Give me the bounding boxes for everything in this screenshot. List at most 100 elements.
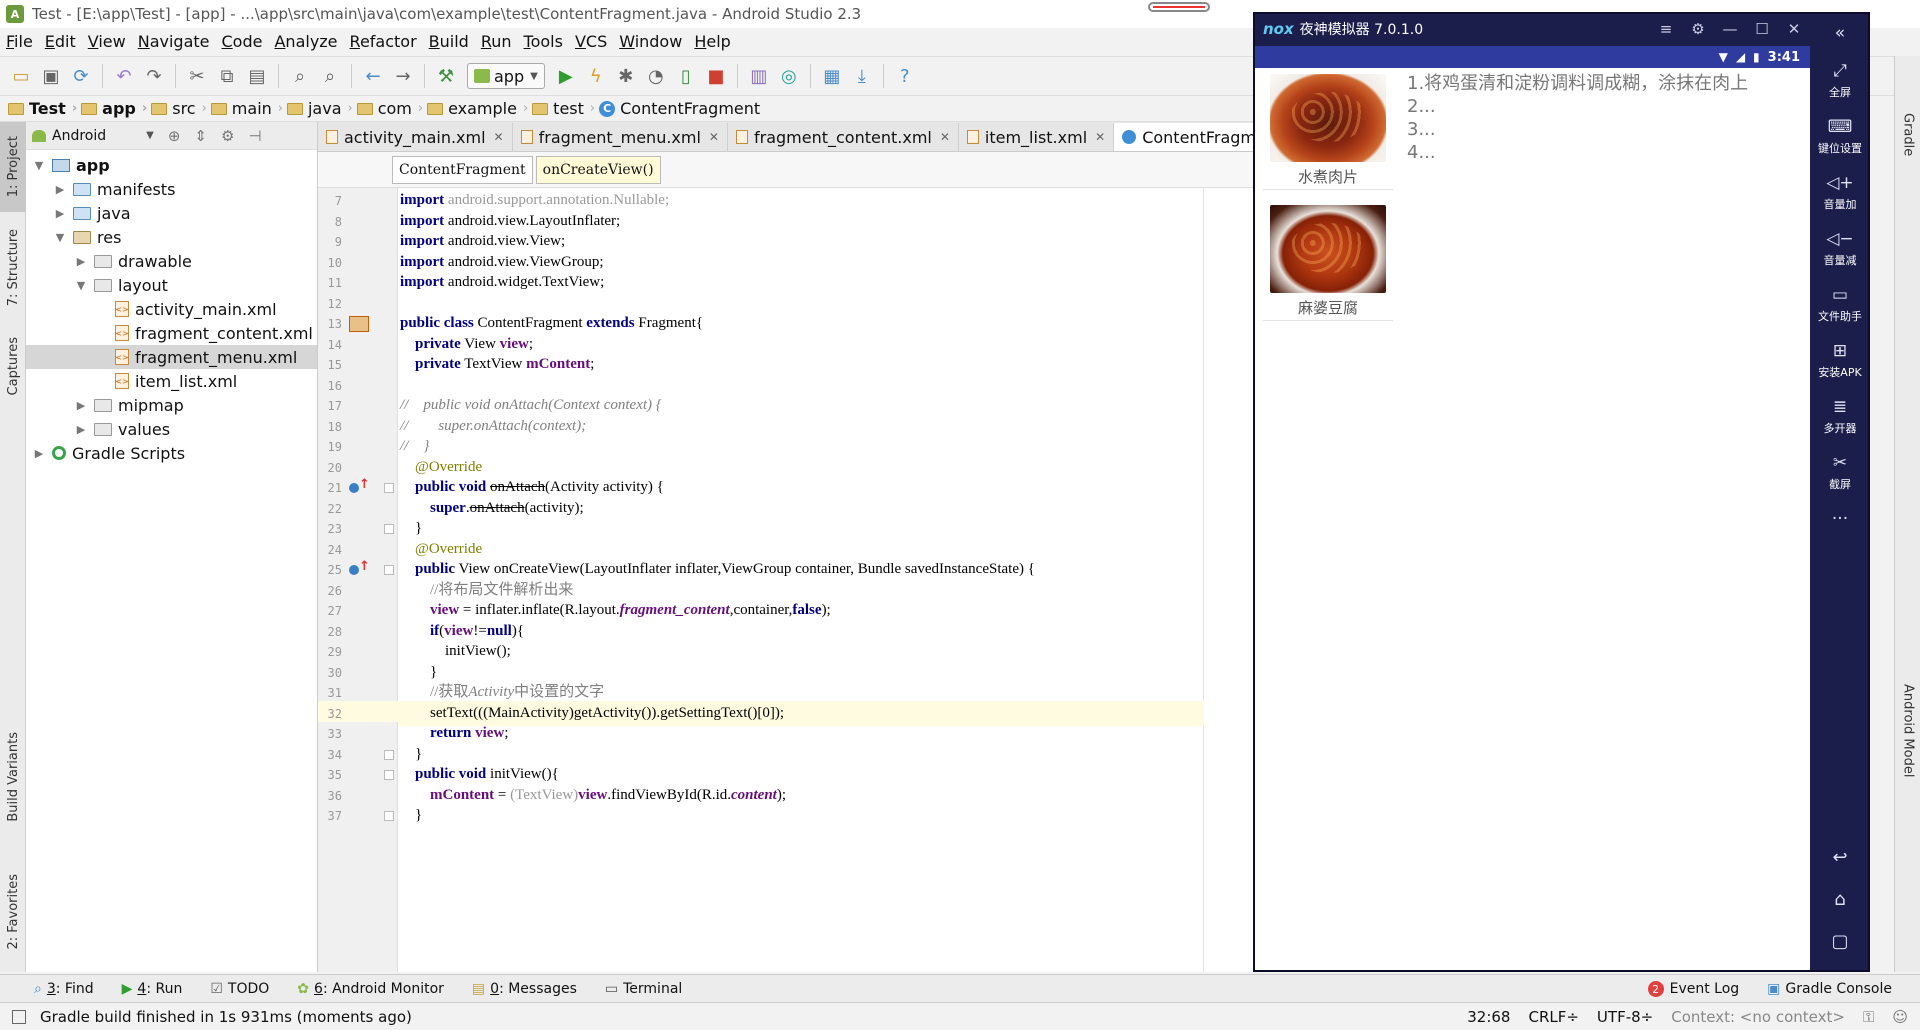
editor-tab[interactable]: ContentFragment.java <box>1114 123 1255 151</box>
project-view-mode[interactable]: Android <box>52 128 106 144</box>
fold-marker-icon[interactable] <box>384 483 394 493</box>
gear-icon[interactable]: ⚙ <box>221 127 234 145</box>
tree-item[interactable]: ▶ drawable <box>26 249 317 273</box>
back-icon[interactable]: ↩ <box>1832 836 1847 878</box>
dish-list-item[interactable]: 水煮肉片 <box>1263 74 1393 190</box>
maximize-icon[interactable]: ☐ <box>1746 20 1778 38</box>
copy-icon[interactable]: ⧉ <box>212 61 242 91</box>
volume-up-button[interactable]: ◁+ 音量加 <box>1812 164 1868 220</box>
bottom-tool-todo[interactable]: ☑ TODO <box>210 981 269 997</box>
subtab-method[interactable]: onCreateView() <box>535 155 661 184</box>
bottom-tool-messages[interactable]: ▤ 0: Messages <box>472 981 577 997</box>
menu-help[interactable]: Help <box>694 32 730 51</box>
tree-item[interactable]: <> activity_main.xml <box>26 297 317 321</box>
bottom-tool-find[interactable]: ⌕ 3: Find <box>34 981 94 997</box>
debug-icon[interactable]: ✱ <box>611 61 641 91</box>
sdk-manager-icon[interactable]: ⤓ <box>847 61 877 91</box>
tool-tab-favorites[interactable]: 2: Favorites <box>0 862 26 962</box>
paste-icon[interactable]: ▤ <box>242 61 272 91</box>
editor-tab[interactable]: item_list.xml ✕ <box>959 123 1115 151</box>
find-icon[interactable]: ⌕ <box>285 61 315 91</box>
keymap-button[interactable]: ⌨ 键位设置 <box>1812 108 1868 164</box>
run-icon[interactable]: ▶ <box>551 61 581 91</box>
close-icon[interactable]: ✕ <box>940 130 950 144</box>
tree-item[interactable]: <> fragment_menu.xml <box>26 345 317 369</box>
tool-tab-structure[interactable]: 7: Structure <box>0 218 26 318</box>
menu-build[interactable]: Build <box>429 32 469 51</box>
menu-window[interactable]: Window <box>619 32 682 51</box>
open-folder-icon[interactable]: ▭ <box>6 61 36 91</box>
breadcrumb-app[interactable]: app › <box>81 99 147 118</box>
home-icon[interactable]: ⌂ <box>1834 878 1845 920</box>
breadcrumb-contentfragment[interactable]: C ContentFragment <box>599 99 760 118</box>
sync-gradle-icon[interactable]: ◎ <box>774 61 804 91</box>
fold-marker-icon[interactable] <box>384 811 394 821</box>
override-method-icon[interactable] <box>349 477 370 495</box>
make-project-icon[interactable]: ⚒ <box>431 61 461 91</box>
more-button[interactable]: ··· <box>1812 500 1868 540</box>
tool-tab-build-variants[interactable]: Build Variants <box>0 722 26 832</box>
fold-marker-icon[interactable] <box>384 565 394 575</box>
caret-position[interactable]: 32:68 <box>1467 1008 1510 1026</box>
breadcrumb-main[interactable]: main › <box>210 99 283 118</box>
menu-view[interactable]: View <box>88 32 126 51</box>
cut-icon[interactable]: ✂ <box>182 61 212 91</box>
toggle-tool-windows-icon[interactable] <box>12 1009 26 1024</box>
menu-code[interactable]: Code <box>222 32 263 51</box>
close-icon[interactable]: ✕ <box>1778 20 1810 38</box>
file-encoding[interactable]: UTF-8÷ <box>1597 1008 1653 1026</box>
forward-icon[interactable]: → <box>388 61 418 91</box>
project-structure-icon[interactable]: ▦ <box>817 61 847 91</box>
instant-run-icon[interactable]: ϟ <box>581 61 611 91</box>
menu-vcs[interactable]: VCS <box>575 32 607 51</box>
breadcrumb-com[interactable]: com › <box>356 99 423 118</box>
tool-tab-project[interactable]: 1: Project <box>0 122 26 212</box>
fullscreen-button[interactable]: ⤢ 全屏 <box>1812 52 1868 108</box>
tree-item[interactable]: ▼ res <box>26 225 317 249</box>
override-method-icon[interactable] <box>349 559 370 577</box>
menu-refactor[interactable]: Refactor <box>350 32 417 51</box>
undo-icon[interactable]: ↶ <box>109 61 139 91</box>
tree-item[interactable]: ▶ Gradle Scripts <box>26 441 317 465</box>
expanded-arrow-icon[interactable]: ▼ <box>53 231 67 244</box>
tree-item[interactable]: <> fragment_content.xml <box>26 321 317 345</box>
expanded-arrow-icon[interactable]: ▼ <box>74 279 88 292</box>
tree-item[interactable]: ▶ values <box>26 417 317 441</box>
tree-item[interactable]: ▶ java <box>26 201 317 225</box>
layout-reference-icon[interactable] <box>349 316 369 332</box>
breadcrumb-java[interactable]: java › <box>286 99 353 118</box>
collapsed-arrow-icon[interactable]: ▶ <box>32 447 46 460</box>
bottom-tool-androidmonitor[interactable]: ✿ 6: Android Monitor <box>297 981 444 997</box>
expanded-arrow-icon[interactable]: ▼ <box>32 159 46 172</box>
breadcrumb-test[interactable]: Test › <box>8 99 77 118</box>
collapsed-arrow-icon[interactable]: ▶ <box>53 183 67 196</box>
back-icon[interactable]: ← <box>358 61 388 91</box>
run-config-select[interactable]: app ▼ <box>467 63 545 89</box>
menu-file[interactable]: File <box>6 32 33 51</box>
locate-icon[interactable]: ⊕ <box>168 127 181 145</box>
hide-panel-icon[interactable]: ⊣ <box>248 127 261 145</box>
screenshot-button[interactable]: ✂ 截屏 <box>1812 444 1868 500</box>
install-apk-button[interactable]: ⊞ 安装APK <box>1812 332 1868 388</box>
help-icon[interactable]: ? <box>890 61 920 91</box>
breadcrumb-example[interactable]: example › <box>427 99 528 118</box>
collapse-sidebar-button[interactable]: « <box>1812 16 1868 52</box>
fold-marker-icon[interactable] <box>384 749 394 760</box>
recent-apps-icon[interactable]: ▢ <box>1831 920 1848 962</box>
gradle-console-button[interactable]: ▣ Gradle Console <box>1767 981 1892 997</box>
collapsed-arrow-icon[interactable]: ▶ <box>74 399 88 412</box>
save-all-icon[interactable]: ▣ <box>36 61 66 91</box>
lock-icon[interactable]: ⚿ <box>1863 1008 1874 1026</box>
editor-tab[interactable]: fragment_content.xml ✕ <box>728 123 959 151</box>
file-assistant-button[interactable]: ▭ 文件助手 <box>1812 276 1868 332</box>
breadcrumb-test-package[interactable]: test › <box>532 99 595 118</box>
attach-debugger-icon[interactable]: ▯ <box>671 61 701 91</box>
chevron-down-icon[interactable]: ▼ <box>146 130 154 141</box>
tree-item[interactable]: ▶ mipmap <box>26 393 317 417</box>
redo-icon[interactable]: ↷ <box>139 61 169 91</box>
menu-tools[interactable]: Tools <box>524 32 563 51</box>
breadcrumb-src[interactable]: src › <box>151 99 207 118</box>
bottom-tool-run[interactable]: ▶ 4: Run <box>122 981 183 997</box>
line-separator[interactable]: CRLF÷ <box>1528 1008 1578 1026</box>
code-line[interactable]: } <box>398 803 1204 828</box>
